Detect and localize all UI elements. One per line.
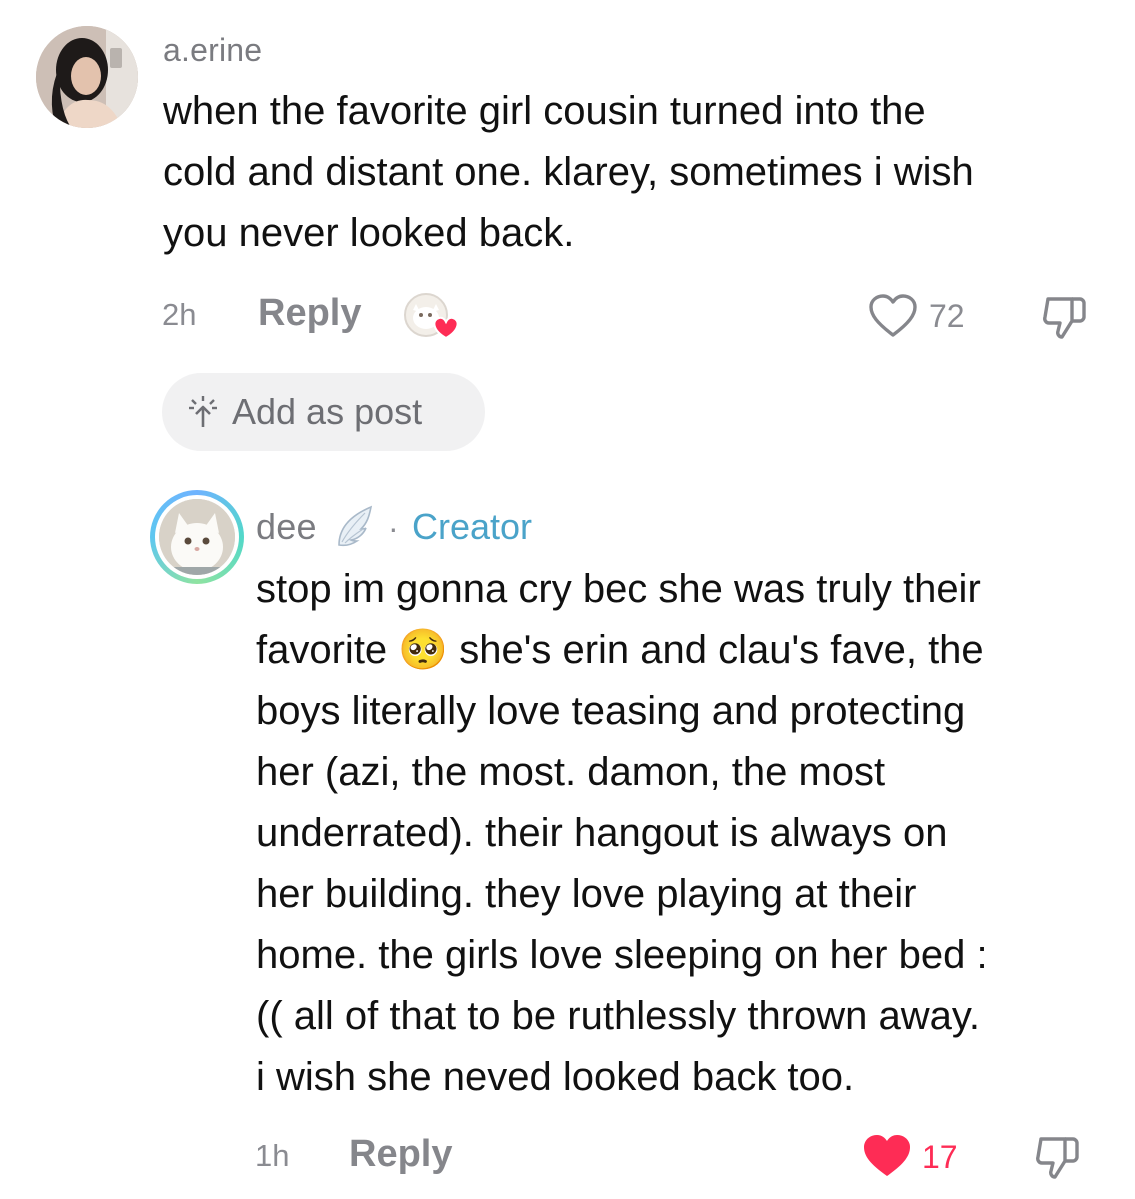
- comment-text-line: you never looked back.: [163, 211, 575, 255]
- heart-filled-icon: [864, 1135, 910, 1176]
- comment-body: when the favorite girl cousin turned int…: [163, 81, 1113, 264]
- reply-dislike-button[interactable]: [1033, 1133, 1081, 1181]
- reply-text-line: stop im gonna cry bec she was truly thei…: [256, 567, 981, 611]
- comment-text-line: when the favorite girl cousin turned int…: [163, 89, 926, 133]
- dislike-button[interactable]: [1040, 293, 1088, 341]
- reply-text-line: home. the girls love sleeping on her bed…: [256, 933, 988, 977]
- cat-avatar-photo: [159, 499, 235, 575]
- reply-button[interactable]: Reply: [258, 292, 361, 335]
- creator-badge: Creator: [412, 506, 533, 547]
- thumbs-down-icon: [1036, 1137, 1079, 1179]
- sparkle-arrow-icon: [189, 396, 217, 427]
- creator-liked-icon: [404, 293, 459, 340]
- like-count: 72: [929, 298, 965, 334]
- separator-dot: ·: [388, 510, 399, 546]
- reply-text-line: favorite 🥺 she's erin and clau's fave, t…: [256, 628, 984, 672]
- reply-username[interactable]: dee: [256, 506, 317, 548]
- wing-emoji: [338, 505, 373, 547]
- reply-text-line: i wish she neved looked back too.: [256, 1055, 855, 1099]
- add-as-post-label: Add as post: [232, 391, 423, 432]
- creator-liked-badge: [402, 292, 460, 342]
- comment-timestamp: 2h: [162, 297, 197, 332]
- reply-text-line: boys literally love teasing and protecti…: [256, 689, 966, 733]
- add-as-post-button[interactable]: Add as post: [162, 373, 485, 451]
- comment-text-line: cold and distant one. klarey, sometimes …: [163, 150, 974, 194]
- comment-username[interactable]: a.erine: [163, 32, 262, 69]
- wing-icon: [333, 503, 377, 549]
- reply-text-line: her building. they love playing at their: [256, 872, 917, 916]
- like-button[interactable]: [868, 293, 918, 339]
- reply-body: stop im gonna cry bec she was truly thei…: [256, 559, 1116, 1108]
- reply-timestamp: 1h: [255, 1138, 290, 1173]
- thumbs-down-icon: [1043, 297, 1086, 339]
- reply-reply-button[interactable]: Reply: [349, 1133, 452, 1176]
- reply-like-count: 17: [922, 1139, 958, 1175]
- heart-outline-icon: [869, 294, 917, 337]
- avatar-photo: [36, 26, 138, 128]
- reply-text-line: (( all of that to be ruthlessly thrown a…: [256, 994, 981, 1038]
- user-avatar[interactable]: [36, 26, 138, 128]
- reply-text-line: underrated). their hangout is always on: [256, 811, 948, 855]
- reply-text-line: her (azi, the most. damon, the most: [256, 750, 886, 794]
- reply-like-button[interactable]: [862, 1133, 912, 1179]
- reply-user-avatar[interactable]: [150, 490, 244, 584]
